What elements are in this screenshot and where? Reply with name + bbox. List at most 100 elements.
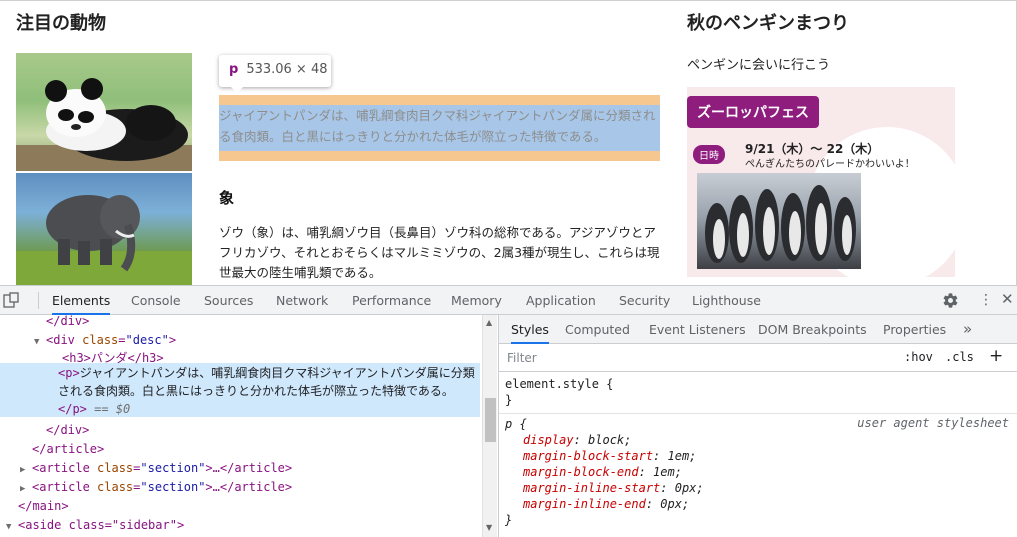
dom-line-div-desc[interactable]: ▼ <div class="desc"> <box>34 331 482 350</box>
css-property: margin-block-start <box>523 449 654 463</box>
sidebar-heading: 秋のペンギンまつり <box>687 13 849 34</box>
tab-performance[interactable]: Performance <box>352 286 431 315</box>
dom-tag: >…</article> <box>205 480 293 494</box>
festival-title: ズーロッパフェス <box>687 96 819 128</box>
styles-filter-bar: :hov .cls + <box>499 344 1017 372</box>
more-tabs-icon[interactable]: » <box>963 315 972 344</box>
css-declaration[interactable]: display: block; <box>505 432 1017 448</box>
dom-tag: <h3>パンダ</h3> <box>62 351 164 365</box>
tab-sources[interactable]: Sources <box>204 286 253 315</box>
dom-tag: <article <box>32 480 90 494</box>
more-options-icon[interactable]: ⋮ <box>979 291 993 309</box>
css-value: 1em; <box>653 465 682 479</box>
p-style-rule[interactable]: p { display: block; margin-block-start: … <box>505 416 1017 528</box>
dom-tag: <aside class="sidebar"> <box>18 518 185 532</box>
dom-attr-value: "desc" <box>125 333 169 347</box>
dom-line[interactable]: </div> <box>46 421 482 440</box>
rule-selector: element.style { <box>505 377 614 391</box>
tabbar-separator <box>38 292 39 309</box>
css-declaration[interactable]: margin-block-start: 1em; <box>505 448 1017 464</box>
dom-attr-value: "section" <box>140 461 206 475</box>
dom-scrollbar[interactable]: ▲ ▼ <box>482 315 497 537</box>
main-heading: 注目の動物 <box>16 13 106 34</box>
css-value: 0px; <box>660 497 690 511</box>
rule-selector: p { <box>505 417 527 431</box>
tab-memory[interactable]: Memory <box>451 286 502 315</box>
dom-line[interactable]: </main> <box>18 497 482 516</box>
dom-line[interactable]: </div> <box>46 315 482 331</box>
festival-badge: 日時 <box>693 145 725 164</box>
tab-lighthouse[interactable]: Lighthouse <box>692 286 761 315</box>
tab-computed[interactable]: Computed <box>565 315 630 344</box>
dom-tag: <div <box>46 333 75 347</box>
festival-note: ぺんぎんたちのパレードかわいいよ！ <box>745 159 915 170</box>
gear-icon[interactable] <box>942 292 959 309</box>
tab-elements[interactable]: Elements <box>52 286 111 315</box>
hov-toggle[interactable]: :hov <box>904 350 933 364</box>
dom-line-aside[interactable]: ▼ <aside class="sidebar"> <box>6 516 482 535</box>
dom-tag: </main> <box>18 499 69 513</box>
css-declaration[interactable]: margin-block-end: 1em; <box>505 464 1017 480</box>
tab-security[interactable]: Security <box>619 286 670 315</box>
dom-selected-marker: == $0 <box>94 402 131 416</box>
dom-tag: > <box>168 333 177 347</box>
dom-line-article[interactable]: ▶ <article class="section">…</article> <box>20 459 482 478</box>
dom-tag: <p> <box>58 366 80 380</box>
tab-dom-breakpoints[interactable]: DOM Breakpoints <box>758 315 867 344</box>
styles-subtabs: Styles Computed Event Listeners DOM Brea… <box>499 315 1017 344</box>
filter-input[interactable] <box>505 348 893 368</box>
collapse-triangle-icon[interactable]: ▼ <box>34 333 46 352</box>
festival-banner[interactable]: ズーロッパフェス 日時 9/21（木）～ 22（木） ぺんぎんたちのパレードかわ… <box>687 87 955 277</box>
css-property: margin-inline-end <box>523 497 646 511</box>
tooltip-arrow <box>231 87 243 93</box>
panda-photo <box>16 53 192 171</box>
dom-line-article[interactable]: ▶ <article class="section">…</article> <box>20 478 482 497</box>
scroll-down-icon[interactable]: ▼ <box>486 523 492 532</box>
elephant-photo <box>16 173 192 285</box>
dom-tag: </article> <box>32 442 105 456</box>
elephant-heading: 象 <box>219 189 235 207</box>
dom-line[interactable]: </article> <box>32 440 482 459</box>
tab-application[interactable]: Application <box>526 286 596 315</box>
highlighted-paragraph: ジャイアントパンダは、哺乳綱食肉目クマ科ジャイアントパンダ属に分類される食肉類。… <box>219 105 660 151</box>
css-property: display <box>523 433 574 447</box>
scroll-up-icon[interactable]: ▲ <box>486 318 492 327</box>
device-toolbar-icon[interactable] <box>3 292 19 308</box>
add-rule-icon[interactable]: + <box>989 346 1003 366</box>
elephant-description: ゾウ（象）は、哺乳綱ゾウ目（長鼻目）ゾウ科の総称である。アジアゾウとアフリカゾウ… <box>219 225 660 280</box>
dom-tag: </p> <box>58 402 87 416</box>
css-declaration[interactable]: margin-inline-end: 0px; <box>505 496 1017 512</box>
css-property: margin-block-end <box>523 465 639 479</box>
dom-tag: >…</article> <box>205 461 293 475</box>
dom-attr-value: "section" <box>140 480 206 494</box>
cls-toggle[interactable]: .cls <box>945 350 974 364</box>
tab-styles[interactable]: Styles <box>511 315 549 344</box>
tab-event-listeners[interactable]: Event Listeners <box>649 315 746 344</box>
rule-close-brace: } <box>505 393 513 407</box>
tab-network[interactable]: Network <box>276 286 328 315</box>
css-value: 0px; <box>674 481 704 495</box>
styles-pane: Styles Computed Event Listeners DOM Brea… <box>498 315 1017 537</box>
tooltip-dimensions: 533.06 × 48 <box>246 62 328 77</box>
dom-tag: </div> <box>46 423 90 437</box>
close-icon[interactable]: ✕ <box>1001 290 1014 308</box>
dom-attr-name: class <box>82 333 119 347</box>
dom-tree: </div> ▼ <div class="desc"> <h3>パンダ</h3> … <box>0 315 482 537</box>
dom-attr-name: class <box>97 461 134 475</box>
dom-tag: </div> <box>46 315 90 328</box>
devtools-panel: Elements Console Sources Network Perform… <box>0 285 1017 537</box>
element-style-rule[interactable]: element.style { } <box>505 376 1017 408</box>
css-value: 1em; <box>667 449 697 463</box>
tab-properties[interactable]: Properties <box>883 315 946 344</box>
css-value: block; <box>588 433 632 447</box>
devtools-tabbar: Elements Console Sources Network Perform… <box>0 286 1017 315</box>
dom-text: ジャイアントパンダは、哺乳綱食肉目クマ科ジャイアントパンダ属に分類される食肉類。… <box>58 366 475 398</box>
dom-line-p-selected[interactable]: <p>ジャイアントパンダは、哺乳綱食肉目クマ科ジャイアントパンダ属に分類される食… <box>58 364 482 418</box>
sidebar-subtitle: ペンギンに会いに行こう <box>687 58 831 73</box>
scrollbar-thumb[interactable] <box>485 398 496 442</box>
css-declaration[interactable]: margin-inline-start: 0px; <box>505 480 1017 496</box>
dom-tag: <article <box>32 461 90 475</box>
collapse-triangle-icon[interactable]: ▼ <box>6 518 18 537</box>
penguin-photo <box>697 173 861 269</box>
tab-console[interactable]: Console <box>131 286 181 315</box>
